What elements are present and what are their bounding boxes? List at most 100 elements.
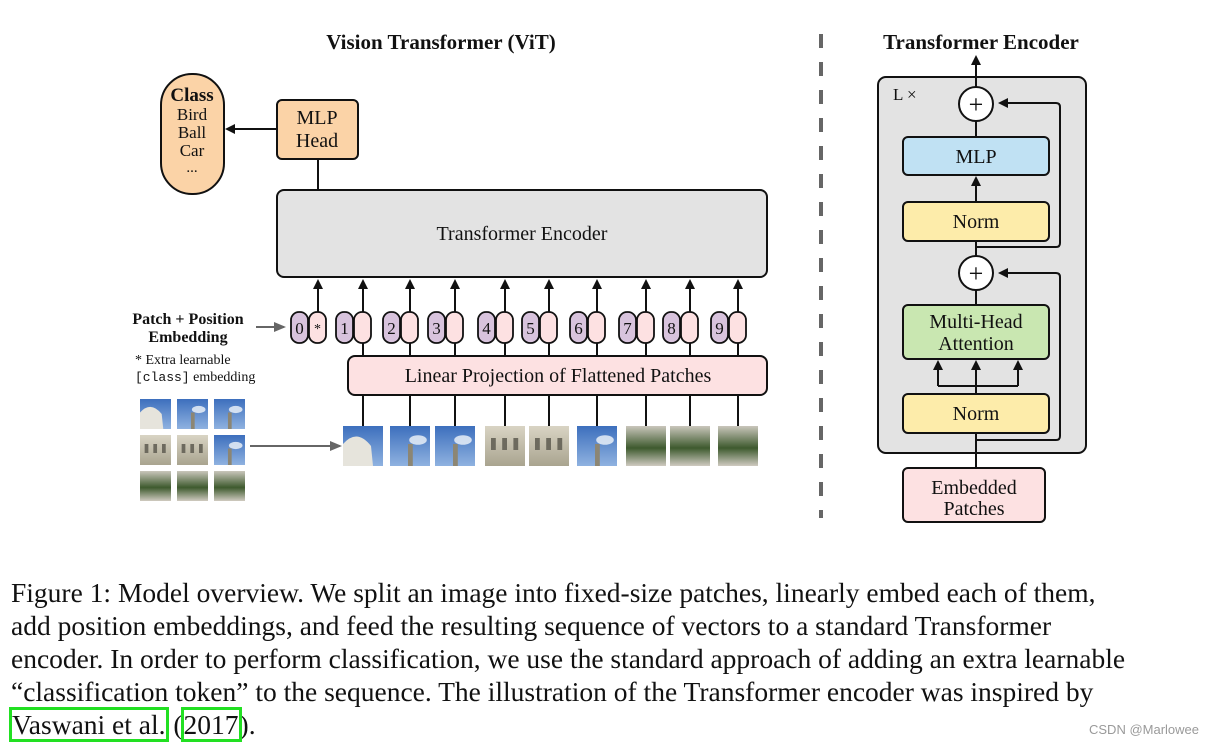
transformer-encoder-label: Transformer Encoder: [437, 223, 608, 245]
token-8: 8: [662, 279, 699, 356]
embedded-label-2: Patches: [943, 498, 1004, 520]
linear-projection-box: Linear Projection of Flattened Patches: [347, 355, 768, 396]
norm-bottom-label: Norm: [953, 403, 1000, 425]
position-index: 1: [340, 319, 349, 338]
caption-line-2: add position embeddings, and feed the re…: [11, 610, 1052, 641]
vit-title: Vision Transformer (ViT): [326, 30, 555, 54]
patch-embedding: [539, 311, 558, 344]
encoder-detail-title: Transformer Encoder: [883, 30, 1079, 54]
position-index: 6: [574, 319, 583, 338]
mlp-head-box: MLP Head: [276, 99, 359, 160]
flattened-patch-sequence: [343, 395, 758, 466]
mlp-block-label: MLP: [955, 146, 996, 168]
sequence-patch-2: [390, 426, 430, 466]
sequence-patch-9: [718, 426, 758, 466]
mlp-block: MLP: [902, 136, 1050, 176]
token-2: 2: [382, 279, 419, 356]
token-7: 7: [618, 279, 655, 356]
grid-patch-6: [214, 435, 245, 465]
mlp-head-label-1: MLP: [296, 107, 337, 129]
patch-embedding: [728, 311, 747, 344]
linear-projection-label: Linear Projection of Flattened Patches: [405, 365, 712, 387]
norm-top-label: Norm: [953, 211, 1000, 233]
embedded-label-1: Embedded: [931, 477, 1017, 499]
token-3: 3: [427, 279, 464, 356]
token-9: 9: [710, 279, 747, 356]
grid-patch-2: [177, 399, 208, 429]
patch-embedding: [445, 311, 464, 344]
transformer-encoder-box: Transformer Encoder: [276, 189, 768, 278]
extra-note-line-2: [class] embedding: [135, 370, 255, 385]
patch-embedding: [680, 311, 699, 344]
position-index: 7: [623, 319, 632, 338]
sequence-patch-1: [343, 426, 383, 466]
sequence-patch-8: [670, 426, 710, 466]
position-index: 2: [387, 319, 396, 338]
embedded-patches-block: Embedded Patches: [902, 467, 1046, 523]
embedding-tokens: 0 * 1 2 3 4 5 6 7 8 9: [290, 279, 747, 356]
grid-patch-9: [214, 471, 245, 501]
patch-embedding: [353, 311, 372, 344]
add-symbol-bottom: +: [969, 259, 984, 288]
caption-line-3: encoder. In order to perform classificat…: [11, 643, 1126, 674]
sequence-patch-4: [485, 426, 525, 466]
sequence-patch-3: [435, 426, 475, 466]
token-5: 5: [521, 279, 558, 356]
cite-close: ).: [239, 709, 256, 740]
position-index: 8: [667, 319, 676, 338]
cite-open: (: [166, 709, 183, 740]
token-4: 4: [477, 279, 514, 356]
embedding-label-2: Embedding: [148, 329, 227, 346]
position-index: 5: [526, 319, 535, 338]
class-item-bird: Bird: [177, 105, 208, 124]
class-item-ball: Ball: [178, 123, 207, 142]
token-1: 1: [335, 279, 372, 356]
repeat-label: L ×: [893, 85, 917, 104]
caption-line-4: “classification token” to the sequence. …: [11, 676, 1094, 707]
embedding-label-1: Patch + Position: [132, 311, 243, 328]
grid-patch-5: [177, 435, 208, 465]
add-node-top: +: [958, 86, 994, 122]
caption-line-1: Figure 1: Model overview. We split an im…: [11, 577, 1096, 608]
class-item-more: ...: [186, 160, 197, 176]
class-token-marker: *: [314, 322, 321, 337]
caption-line-5: Vaswani et al. (2017).: [9, 707, 1203, 742]
patch-embedding: [636, 311, 655, 344]
sequence-patch-6: [577, 426, 617, 466]
citation-year-link[interactable]: 2017: [180, 707, 242, 742]
citation-author-link[interactable]: Vaswani et al.: [9, 707, 169, 742]
patch-embedding: [400, 311, 419, 344]
attention-block: Multi-Head Attention: [902, 304, 1050, 360]
extra-note-line-1: * Extra learnable: [135, 353, 231, 368]
add-node-bottom: +: [958, 255, 994, 291]
figure-caption: Figure 1: Model overview. We split an im…: [9, 576, 1203, 742]
position-index: 3: [432, 319, 441, 338]
grid-patch-4: [140, 435, 171, 465]
position-index: 4: [482, 319, 491, 338]
norm-block-bottom: Norm: [902, 393, 1050, 434]
add-symbol-top: +: [969, 90, 984, 119]
grid-patch-3: [214, 399, 245, 429]
patch-embedding: [587, 311, 606, 344]
class-output-box: Class Bird Ball Car ...: [160, 73, 225, 195]
image-patch-grid: [140, 399, 245, 501]
patch-embedding: [495, 311, 514, 344]
position-index: 0: [295, 319, 304, 338]
token-0: 0 *: [290, 279, 327, 344]
sequence-patch-5: [529, 426, 569, 466]
watermark: CSDN @Marlowee: [1089, 722, 1199, 737]
grid-patch-7: [140, 471, 171, 501]
mlp-head-label-2: Head: [296, 130, 338, 152]
class-item-car: Car: [180, 141, 205, 160]
norm-block-top: Norm: [902, 201, 1050, 242]
attention-label-2: Attention: [938, 333, 1014, 355]
class-code-text: [class]: [135, 370, 190, 385]
extra-note-rest: embedding: [190, 370, 256, 385]
vit-diagram: Vision Transformer (ViT) Class Bird Ball…: [132, 30, 1087, 523]
grid-patch-1: [140, 399, 171, 429]
attention-label-1: Multi-Head: [929, 311, 1022, 333]
position-index: 9: [715, 319, 724, 338]
class-heading: Class: [170, 85, 213, 106]
grid-patch-8: [177, 471, 208, 501]
sequence-patch-7: [626, 426, 666, 466]
